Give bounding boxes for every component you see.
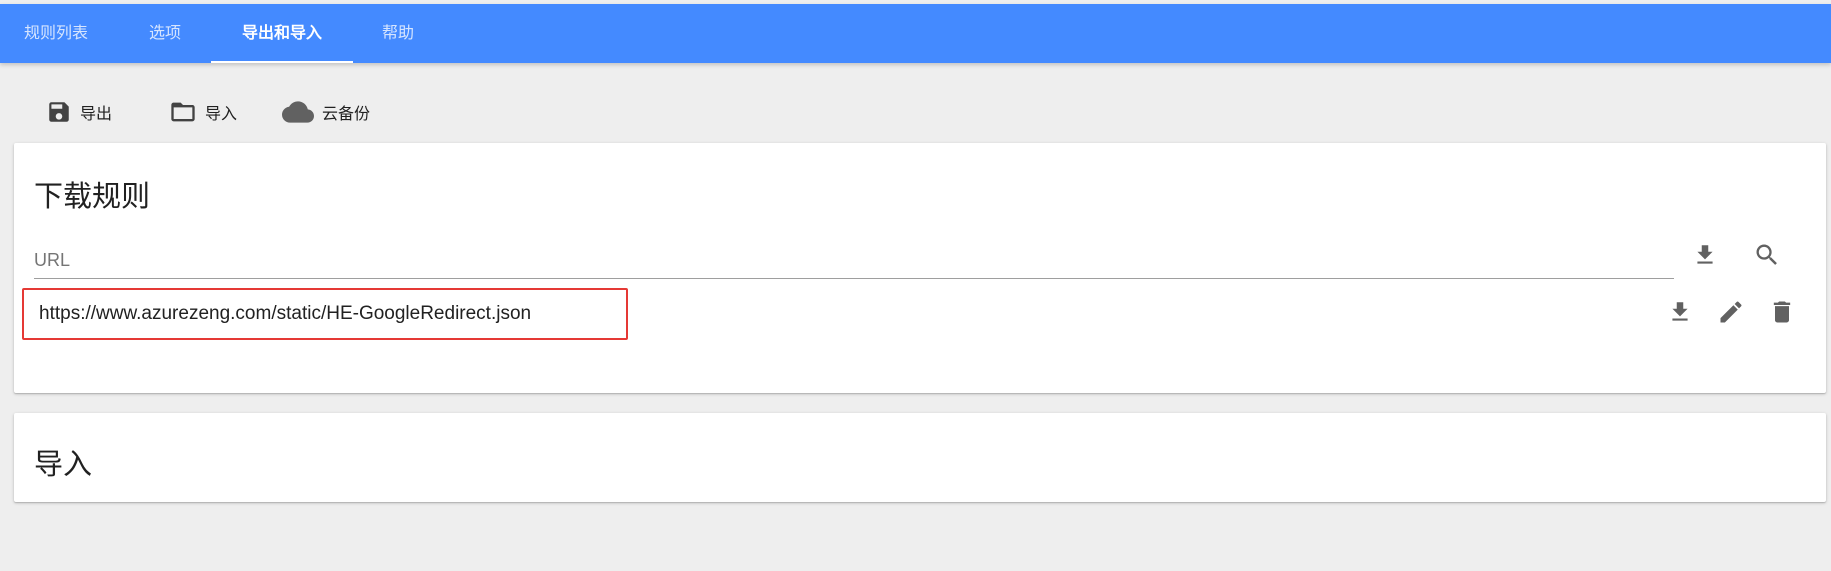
tab-options[interactable]: 选项 xyxy=(132,4,198,63)
import-card-title: 导入 xyxy=(34,449,93,481)
url-input[interactable] xyxy=(34,243,1674,279)
download-url-button[interactable] xyxy=(1687,239,1723,275)
search-button[interactable] xyxy=(1749,239,1785,275)
cloud-icon xyxy=(282,96,314,128)
import-label: 导入 xyxy=(205,106,238,123)
tab-export-import[interactable]: 导出和导入 xyxy=(211,4,353,63)
tab-help[interactable]: 帮助 xyxy=(365,4,431,63)
rule-delete-button[interactable] xyxy=(1764,296,1800,332)
rule-row: https://www.azurezeng.com/static/HE-Goog… xyxy=(22,288,1812,342)
import-button[interactable]: 导入 xyxy=(169,96,237,128)
download-icon xyxy=(1692,242,1718,273)
search-icon xyxy=(1753,241,1781,274)
rule-url-text: https://www.azurezeng.com/static/HE-Goog… xyxy=(22,288,628,340)
cloud-backup-label: 云备份 xyxy=(322,106,371,123)
import-card: 导入 xyxy=(14,413,1826,502)
download-rules-title: 下载规则 xyxy=(34,181,151,213)
rule-download-button[interactable] xyxy=(1662,296,1698,332)
download-icon xyxy=(1667,299,1693,330)
export-label: 导出 xyxy=(80,106,113,123)
folder-icon xyxy=(169,98,197,126)
export-button[interactable]: 导出 xyxy=(46,96,112,128)
rule-edit-button[interactable] xyxy=(1713,296,1749,332)
download-rules-card: 下载规则 https://www.azurezeng.com/static/HE… xyxy=(14,143,1826,393)
pencil-icon xyxy=(1717,298,1745,331)
trash-icon xyxy=(1768,298,1796,331)
cloud-backup-button[interactable]: 云备份 xyxy=(282,96,370,128)
tab-rule-list[interactable]: 规则列表 xyxy=(0,4,112,63)
save-icon xyxy=(46,99,72,125)
top-app-bar: 规则列表 选项 导出和导入 帮助 xyxy=(0,4,1831,63)
